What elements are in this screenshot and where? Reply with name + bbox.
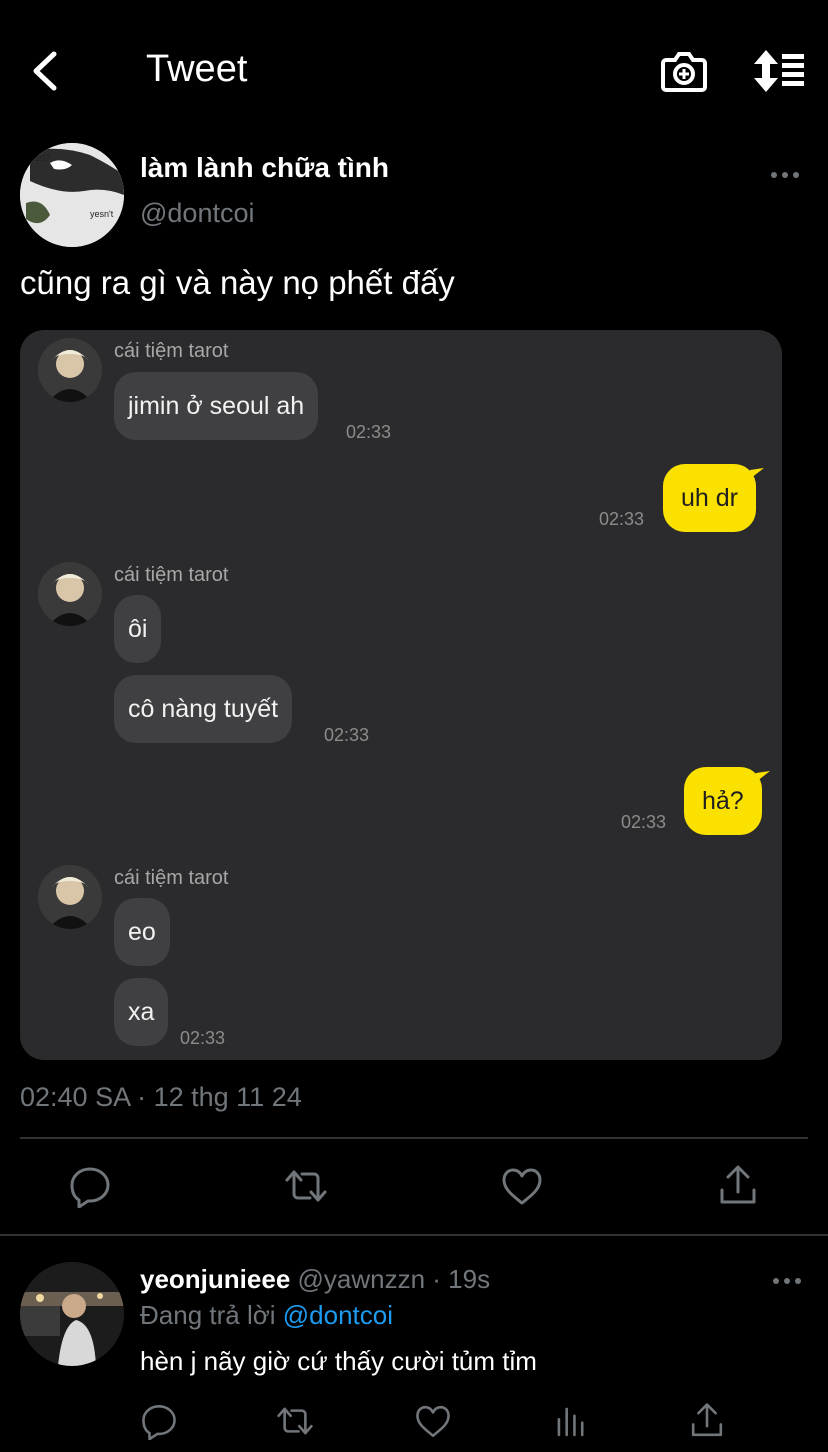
more-options-icon[interactable]: [772, 1274, 802, 1288]
replying-to-link[interactable]: @dontcoi: [283, 1300, 393, 1330]
replying-prefix: Đang trả lời: [140, 1300, 283, 1330]
sender-name: cái tiệm tarot: [114, 340, 229, 362]
share-icon[interactable]: [688, 1402, 726, 1440]
avatar-text-1: ood?: [30, 153, 50, 163]
camera-icon[interactable]: [660, 48, 708, 94]
reply-icon[interactable]: [68, 1164, 112, 1208]
avatar-text-2: yesn't: [90, 209, 114, 219]
tweet-text: cũng ra gì và này nọ phết đấy: [20, 264, 455, 301]
divider: [0, 1234, 828, 1236]
author-handle[interactable]: @dontcoi: [140, 198, 254, 229]
message-time: 02:33: [621, 812, 667, 832]
reply-avatar[interactable]: [20, 1262, 124, 1366]
message-time: 02:33: [324, 725, 370, 745]
tweet-timestamp[interactable]: 02:40 SA · 12 thg 11 24: [20, 1082, 302, 1113]
retweet-icon[interactable]: [284, 1164, 328, 1208]
message-text: uh dr: [681, 484, 738, 512]
message-time: 02:33: [346, 422, 392, 442]
reply-header: yeonjunieee @yawnzzn · 19s: [140, 1264, 490, 1295]
message-time: 02:33: [599, 509, 645, 529]
message-bubble: eo: [114, 898, 170, 966]
sender-avatar: [38, 865, 102, 929]
author-avatar[interactable]: ood? yesn't: [20, 143, 124, 247]
message-bubble: ôi: [114, 595, 162, 663]
sender-name: cái tiệm tarot: [114, 867, 229, 889]
message-bubble-outgoing: uh dr: [663, 464, 764, 532]
sender-name: cái tiệm tarot: [114, 564, 229, 586]
top-bar: Tweet: [0, 0, 828, 140]
like-icon[interactable]: [500, 1164, 544, 1208]
replying-to: Đang trả lời @dontcoi: [140, 1300, 393, 1331]
page-title: Tweet: [146, 48, 248, 90]
reply-icon[interactable]: [140, 1402, 178, 1440]
reply-handle-time: @yawnzzn · 19s: [290, 1264, 491, 1294]
sender-avatar: [38, 338, 102, 402]
reply-text: hèn j nãy giờ cứ thấy cười tủm tỉm: [140, 1346, 537, 1376]
sort-icon[interactable]: [752, 50, 806, 92]
message-time: 02:33: [180, 1028, 226, 1048]
retweet-icon[interactable]: [276, 1402, 314, 1440]
author-name[interactable]: làm lành chữa tình: [140, 152, 389, 184]
bubble-tail-icon: [745, 468, 764, 482]
message-bubble: xa: [114, 978, 169, 1046]
divider: [20, 1137, 808, 1139]
reply-author-name[interactable]: yeonjunieee: [140, 1264, 290, 1294]
analytics-icon[interactable]: [552, 1402, 590, 1440]
message-bubble: jimin ở seoul ah: [114, 372, 319, 440]
sender-avatar: [38, 562, 102, 626]
message-bubble-outgoing: hả?: [684, 767, 770, 835]
back-arrow-icon[interactable]: [26, 48, 66, 94]
more-options-icon[interactable]: [770, 168, 800, 182]
message-bubble: cô nàng tuyết: [114, 675, 293, 743]
bubble-tail-icon: [751, 771, 770, 785]
tweet-media-image[interactable]: cái tiệm tarot jimin ở seoul ah 02:33 02…: [20, 330, 782, 1060]
share-icon[interactable]: [716, 1164, 760, 1208]
message-text: hả?: [702, 787, 744, 815]
like-icon[interactable]: [414, 1402, 452, 1440]
